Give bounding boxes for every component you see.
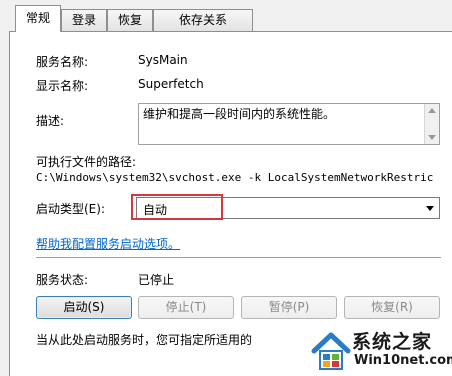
tab-general[interactable]: 常规 bbox=[15, 5, 61, 32]
exe-path-label: 可执行文件的路径: bbox=[36, 155, 137, 169]
hint-text: 当从此处启动服务时，您可指定所适用的 bbox=[36, 333, 253, 347]
pause-button[interactable]: 暂停(P) bbox=[241, 296, 337, 319]
scroll-up-icon[interactable] bbox=[428, 108, 436, 113]
watermark-title: 系统之家 bbox=[352, 331, 433, 353]
description-text: 维护和提高一段时间内的系统性能。 bbox=[143, 107, 336, 121]
red-highlight-box bbox=[131, 194, 223, 220]
tab-recovery[interactable]: 恢复 bbox=[107, 9, 153, 31]
stop-button[interactable]: 停止(T) bbox=[138, 296, 234, 319]
scroll-down-icon[interactable] bbox=[428, 135, 436, 140]
house-icon bbox=[311, 332, 351, 370]
display-name-value: Superfetch bbox=[138, 77, 204, 91]
start-button[interactable]: 启动(S) bbox=[36, 296, 132, 319]
watermark-url: Win10net.com bbox=[354, 353, 452, 368]
tab-logon[interactable]: 登录 bbox=[61, 9, 107, 31]
display-name-label: 显示名称: bbox=[36, 79, 89, 93]
description-scrollbar[interactable] bbox=[424, 104, 439, 144]
help-link[interactable]: 帮助我配置服务启动选项。 bbox=[36, 235, 180, 252]
description-box[interactable]: 维护和提高一段时间内的系统性能。 bbox=[138, 103, 440, 145]
exe-path-value: C:\Windows\system32\svchost.exe -k Local… bbox=[36, 171, 434, 184]
service-status-label: 服务状态: bbox=[36, 273, 89, 287]
tab-dependencies[interactable]: 依存关系 bbox=[153, 9, 253, 31]
divider bbox=[36, 257, 441, 259]
chevron-down-icon[interactable] bbox=[426, 206, 434, 211]
description-label: 描述: bbox=[36, 114, 65, 128]
resume-button[interactable]: 恢复(R) bbox=[344, 296, 440, 319]
service-name-label: 服务名称: bbox=[36, 55, 89, 69]
service-status-value: 已停止 bbox=[138, 273, 175, 287]
service-name-value: SysMain bbox=[138, 53, 188, 67]
startup-type-label: 启动类型(E): bbox=[36, 202, 105, 216]
watermark-logo: 系统之家 Win10net.com bbox=[310, 325, 452, 376]
tab-strip: 常规 登录 恢复 依存关系 bbox=[0, 0, 452, 32]
